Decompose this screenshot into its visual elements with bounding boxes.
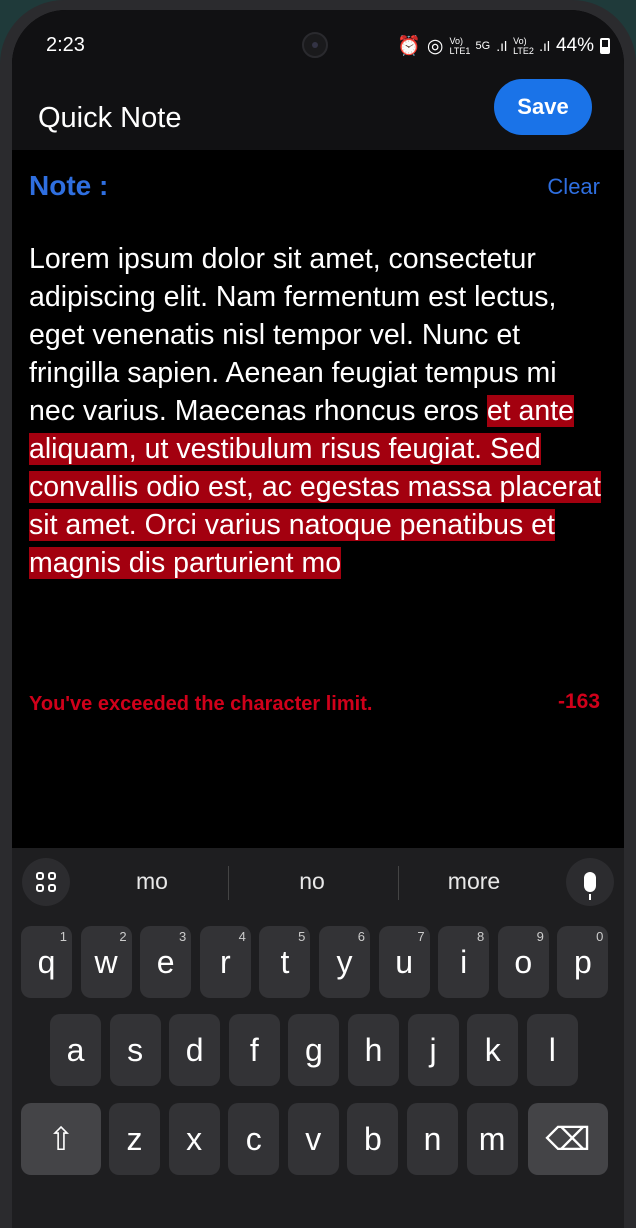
key-f[interactable]: f	[228, 1014, 280, 1086]
battery-percent: 44%	[555, 35, 594, 56]
key-k[interactable]: k	[467, 1014, 519, 1086]
key-o[interactable]: o9	[497, 926, 549, 998]
suggestion-divider	[398, 866, 399, 900]
microphone-icon	[584, 872, 596, 900]
backspace-icon: ⌫	[545, 1121, 591, 1157]
keyboard: mo no more q1w2e3r4t5y6u7i8o9p0 asdfghjkl…	[12, 848, 624, 1228]
key-c[interactable]: c	[228, 1103, 280, 1175]
shift-key[interactable]: ⇧	[21, 1103, 101, 1175]
note-text-within-limit: Lorem ipsum dolor sit amet, consectetur …	[29, 243, 557, 427]
char-limit-error: You've exceeded the character limit.	[29, 693, 373, 715]
key-u[interactable]: u7	[378, 926, 430, 998]
suggestion-divider	[228, 866, 229, 900]
key-b[interactable]: b	[347, 1103, 399, 1175]
keyboard-apps-button[interactable]	[22, 858, 70, 906]
key-i[interactable]: i8	[438, 926, 490, 998]
key-v[interactable]: v	[287, 1103, 339, 1175]
note-text-area[interactable]: Lorem ipsum dolor sit amet, consectetur …	[29, 240, 609, 582]
battery-icon	[600, 38, 610, 54]
key-g[interactable]: g	[288, 1014, 340, 1086]
key-y[interactable]: y6	[319, 926, 370, 998]
app-bar: Quick Note Save	[12, 79, 624, 150]
key-t[interactable]: t5	[259, 926, 311, 998]
signal-bars-2-icon: .ıl	[539, 38, 550, 54]
key-q[interactable]: q1	[21, 926, 72, 998]
key-l[interactable]: l	[526, 1014, 578, 1086]
key-r[interactable]: r4	[199, 926, 251, 998]
key-p[interactable]: p0	[557, 926, 609, 998]
status-bar: 2:23 ⏰ ◎ Vo) LTE1 5G .ıl Vo) LTE2 .ıl 44…	[12, 10, 624, 80]
grid-icon	[36, 872, 56, 892]
lte2-signal-icon: Vo) LTE2	[513, 36, 534, 56]
key-e[interactable]: e3	[140, 926, 192, 998]
key-w[interactable]: w2	[80, 926, 132, 998]
save-button[interactable]: Save	[494, 79, 592, 135]
suggestion-1[interactable]: mo	[92, 868, 212, 895]
status-time: 2:23	[46, 34, 85, 56]
suggestion-2[interactable]: no	[252, 868, 372, 895]
key-a[interactable]: a	[50, 1014, 101, 1086]
signal-bars-icon: .ıl	[496, 38, 508, 54]
key-h[interactable]: h	[348, 1014, 399, 1086]
key-d[interactable]: d	[169, 1014, 221, 1086]
backspace-key[interactable]: ⌫	[528, 1103, 608, 1175]
5g-icon: 5G	[475, 40, 491, 52]
status-icons: ⏰ ◎ Vo) LTE1 5G .ıl Vo) LTE2 .ıl 44%	[397, 34, 610, 58]
alarm-icon: ⏰	[397, 36, 421, 57]
key-j[interactable]: j	[407, 1014, 459, 1086]
key-n[interactable]: n	[407, 1103, 458, 1175]
phone-screen: 2:23 ⏰ ◎ Vo) LTE1 5G .ıl Vo) LTE2 .ıl 44…	[12, 10, 624, 1228]
key-m[interactable]: m	[466, 1103, 518, 1175]
note-label: Note :	[29, 170, 109, 201]
key-s[interactable]: s	[109, 1014, 161, 1086]
suggestion-3[interactable]: more	[414, 868, 534, 895]
key-z[interactable]: z	[109, 1103, 160, 1175]
voice-input-button[interactable]	[566, 858, 614, 906]
lte1-signal-icon: Vo) LTE1	[449, 36, 471, 56]
shift-icon: ⇧	[47, 1121, 75, 1157]
front-camera	[302, 32, 328, 58]
suggestion-bar: mo no more	[12, 848, 624, 916]
clear-button[interactable]: Clear	[547, 174, 600, 200]
key-x[interactable]: x	[168, 1103, 220, 1175]
app-title: Quick Note	[38, 102, 182, 134]
hotspot-icon: ◎	[426, 35, 444, 57]
char-count: -163	[557, 690, 600, 713]
